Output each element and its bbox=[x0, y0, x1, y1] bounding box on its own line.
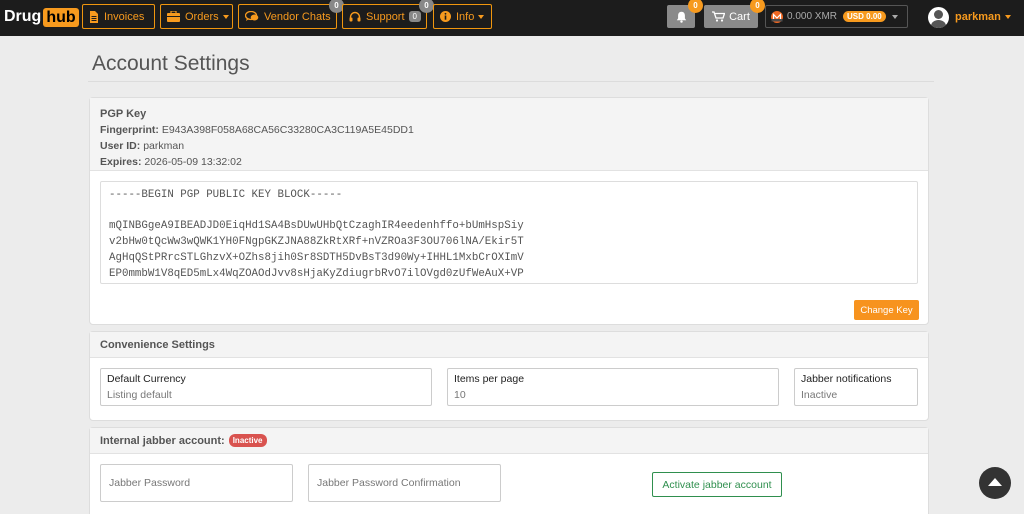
support-label: Support bbox=[366, 10, 405, 23]
jabber-notifications-label: Jabber notifications bbox=[801, 373, 892, 385]
items-per-page-select[interactable]: Items per page 10 bbox=[447, 368, 779, 406]
jabber-notifications-select[interactable]: Jabber notifications Inactive bbox=[794, 368, 918, 406]
items-per-page-label: Items per page bbox=[454, 373, 525, 385]
title-divider bbox=[88, 81, 934, 82]
info-label: Info bbox=[456, 10, 475, 23]
pgp-fingerprint-label: Fingerprint: bbox=[100, 124, 159, 136]
top-navbar: Drug hub Invoices Orders Vendor Chats 0 S… bbox=[0, 0, 1024, 36]
logo-part-hub: hub bbox=[43, 7, 79, 27]
chat-icon bbox=[245, 11, 259, 21]
drughub-logo[interactable]: Drug hub bbox=[4, 6, 79, 28]
jabber-account-panel: Internal jabber account: Inactive Jabber… bbox=[89, 427, 929, 514]
status-badge: Inactive bbox=[228, 434, 267, 447]
cart-label: Cart bbox=[729, 10, 750, 23]
change-key-button[interactable]: Change Key bbox=[854, 300, 919, 320]
pgp-userid-label: User ID: bbox=[100, 140, 141, 152]
jabber-notifications-value: Inactive bbox=[801, 389, 838, 401]
scroll-to-top-button[interactable] bbox=[979, 467, 1011, 499]
support-button[interactable]: Support 0 bbox=[342, 4, 427, 29]
jabber-account-header: Internal jabber account: Inactive bbox=[90, 428, 928, 454]
pgp-expires-value: 2026-05-09 13:32:02 bbox=[144, 156, 242, 168]
pgp-userid-row: User ID: parkman bbox=[100, 138, 918, 154]
file-icon bbox=[90, 10, 98, 23]
arrow-up-icon bbox=[988, 478, 1002, 486]
items-per-page-value: 10 bbox=[454, 389, 466, 401]
avatar bbox=[928, 6, 949, 28]
cart-icon bbox=[712, 11, 726, 22]
wallet-usd-badge: USD 0.00 bbox=[843, 11, 886, 22]
cart-badge: 0 bbox=[750, 0, 765, 13]
headset-icon bbox=[349, 11, 361, 21]
pgp-userid-value: parkman bbox=[143, 140, 185, 152]
support-inline-badge: 0 bbox=[408, 11, 421, 22]
chevron-down-icon bbox=[891, 14, 898, 19]
page-title: Account Settings bbox=[92, 52, 250, 75]
pgp-fingerprint-row: Fingerprint: E943A398F058A68CA56C33280CA… bbox=[100, 122, 918, 138]
chevron-down-icon bbox=[478, 14, 485, 19]
logo-part-drug: Drug bbox=[4, 8, 42, 25]
pgp-key-title: PGP Key bbox=[100, 108, 147, 120]
support-badge: 0 bbox=[419, 0, 434, 13]
bell-icon bbox=[676, 11, 686, 23]
user-menu-dropdown[interactable]: parkman bbox=[928, 5, 1011, 29]
username-label: parkman bbox=[955, 11, 1001, 23]
pgp-fingerprint-value: E943A398F058A68CA56C33280CA3C119A5E45DD1 bbox=[161, 124, 414, 136]
jabber-password-confirm-input[interactable]: Jabber Password Confirmation bbox=[308, 464, 501, 502]
default-currency-select[interactable]: Default Currency Listing default bbox=[100, 368, 432, 406]
invoices-button[interactable]: Invoices bbox=[82, 4, 155, 29]
info-dropdown[interactable]: Info bbox=[433, 4, 492, 29]
pgp-key-panel-header: PGP Key Fingerprint: E943A398F058A68CA56… bbox=[90, 98, 928, 171]
briefcase-icon bbox=[167, 11, 180, 22]
convenience-settings-panel: Convenience Settings Default Currency Li… bbox=[89, 331, 929, 421]
pgp-expires-row: Expires: 2026-05-09 13:32:02 bbox=[100, 154, 918, 170]
activate-jabber-button[interactable]: Activate jabber account bbox=[652, 472, 782, 497]
notifications-badge: 0 bbox=[688, 0, 703, 13]
default-currency-value: Listing default bbox=[107, 389, 172, 401]
orders-dropdown[interactable]: Orders bbox=[160, 4, 233, 29]
jabber-account-title: Internal jabber account: bbox=[100, 434, 225, 447]
chevron-down-icon bbox=[222, 14, 229, 19]
chevron-down-icon bbox=[1004, 15, 1011, 19]
vendor-chats-label: Vendor Chats bbox=[264, 10, 331, 23]
default-currency-label: Default Currency bbox=[107, 373, 186, 385]
pgp-expires-label: Expires: bbox=[100, 156, 142, 168]
info-icon bbox=[440, 11, 451, 22]
pgp-key-panel: PGP Key Fingerprint: E943A398F058A68CA56… bbox=[89, 97, 929, 325]
invoices-label: Invoices bbox=[104, 10, 145, 23]
convenience-settings-title: Convenience Settings bbox=[90, 332, 928, 358]
wallet-amount: 0.000 XMR bbox=[787, 11, 838, 22]
wallet-dropdown[interactable]: 0.000 XMR USD 0.00 bbox=[765, 5, 908, 28]
pgp-public-key-textarea[interactable]: -----BEGIN PGP PUBLIC KEY BLOCK----- mQI… bbox=[100, 181, 918, 284]
jabber-password-input[interactable]: Jabber Password bbox=[100, 464, 293, 502]
orders-label: Orders bbox=[185, 10, 219, 23]
vendor-chats-button[interactable]: Vendor Chats bbox=[238, 4, 337, 29]
monero-icon bbox=[771, 10, 783, 23]
